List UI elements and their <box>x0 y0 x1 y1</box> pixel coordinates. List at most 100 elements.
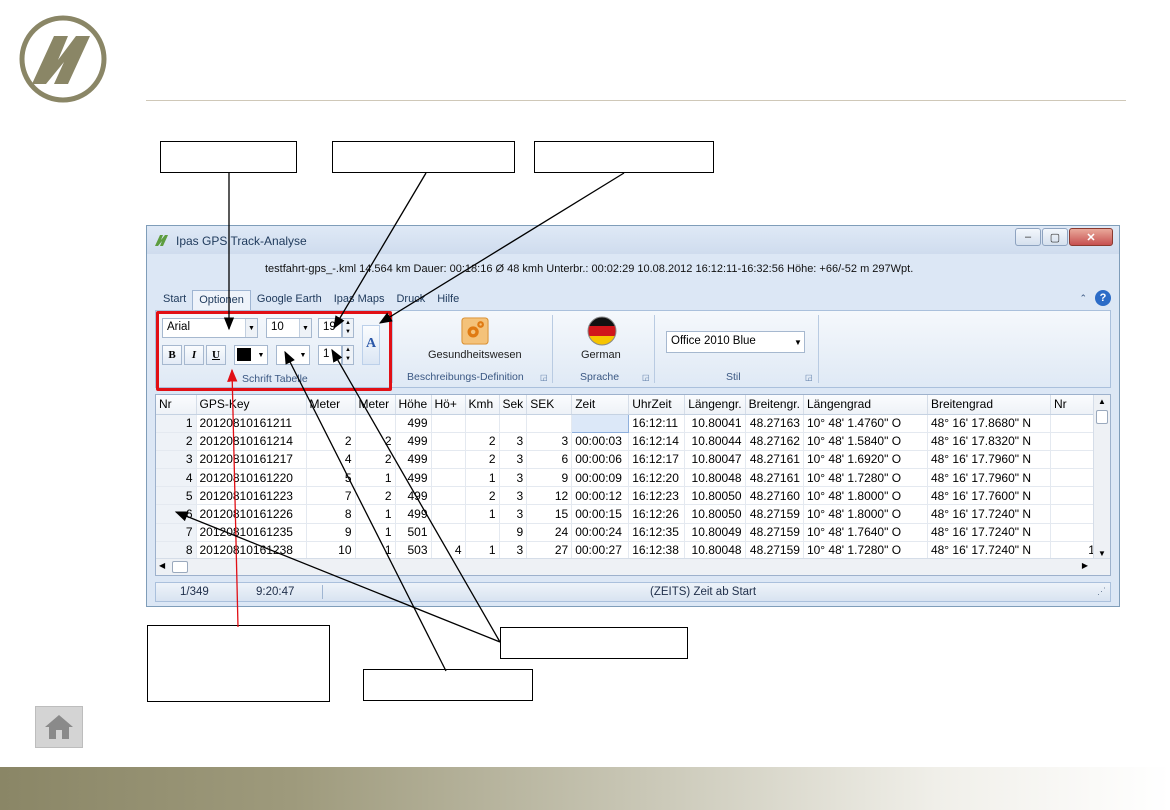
german-flag-icon[interactable] <box>587 316 617 346</box>
table-cell[interactable]: 16:12:35 <box>628 523 686 542</box>
table-cell[interactable]: 12 <box>526 486 573 506</box>
table-cell[interactable]: 00:00:15 <box>571 504 630 524</box>
table-cell[interactable]: 10° 48' 1.4760" O <box>803 414 928 433</box>
table-cell[interactable]: 20120810161238 <box>196 541 307 561</box>
dialog-launcher-icon[interactable]: ◲ <box>540 373 548 382</box>
tab-google-earth[interactable]: Google Earth <box>251 290 328 310</box>
table-cell[interactable] <box>431 486 466 506</box>
table-cell[interactable] <box>355 414 396 433</box>
table-cell[interactable]: 499 <box>395 432 432 451</box>
dialog-launcher-icon[interactable]: ◲ <box>642 373 650 382</box>
scroll-up-icon[interactable]: ▲ <box>1094 395 1110 409</box>
table-cell[interactable] <box>1050 523 1099 542</box>
row-number-cell[interactable]: 8 <box>156 541 197 561</box>
col-header[interactable]: Sek <box>499 395 528 415</box>
table-cell[interactable] <box>431 432 466 451</box>
table-cell[interactable]: 27 <box>526 541 573 561</box>
table-cell[interactable]: 48.27163 <box>745 414 804 433</box>
table-cell[interactable]: 10 <box>306 541 356 561</box>
table-cell[interactable]: 501 <box>395 523 432 542</box>
table-cell[interactable]: 5 <box>306 468 356 488</box>
table-cell[interactable]: 499 <box>395 504 432 524</box>
table-cell[interactable]: 20120810161217 <box>196 450 307 470</box>
table-cell[interactable] <box>499 414 528 433</box>
table-cell[interactable]: 48° 16' 17.7960" N <box>927 450 1051 470</box>
table-cell[interactable]: 3 <box>499 504 528 524</box>
table-cell[interactable]: 10.80047 <box>684 450 746 470</box>
table-cell[interactable]: 20120810161223 <box>196 486 307 506</box>
col-header[interactable]: Breitengrad <box>927 395 1051 415</box>
col-header[interactable]: UhrZeit <box>628 395 686 415</box>
col-header[interactable]: Meter <box>306 395 356 415</box>
row-number-cell[interactable]: 2 <box>156 432 197 451</box>
table-cell[interactable]: 16:12:26 <box>628 504 686 524</box>
table-cell[interactable] <box>431 468 466 488</box>
table-row[interactable]: 6 20120810161226 8 1 499 1 3 15 00:00:15 16:12:26… <box>156 504 1099 524</box>
table-cell[interactable]: 48° 16' 17.7960" N <box>927 468 1051 488</box>
table-row[interactable]: 5 20120810161223 7 2 499 2 3 12 00:00:12 16:12:23… <box>156 486 1099 506</box>
col-header[interactable]: SEK <box>526 395 573 415</box>
table-cell[interactable]: 20120810161226 <box>196 504 307 524</box>
table-cell[interactable]: 00:00:06 <box>571 450 630 470</box>
scroll-left-icon[interactable]: ◀ <box>159 561 165 570</box>
table-cell[interactable] <box>1050 414 1099 433</box>
minimize-button[interactable]: ‒ <box>1015 228 1041 246</box>
dialog-launcher-icon[interactable]: ◲ <box>805 373 813 382</box>
table-cell[interactable]: 9 <box>526 468 573 488</box>
table-cell[interactable]: 1 <box>465 468 500 488</box>
tab-hilfe[interactable]: Hilfe <box>431 290 465 310</box>
table-cell[interactable] <box>431 504 466 524</box>
table-cell[interactable]: 48.27159 <box>745 541 804 561</box>
row-number-cell[interactable]: 4 <box>156 468 197 488</box>
table-cell[interactable] <box>431 450 466 470</box>
scroll-thumb[interactable] <box>1096 410 1108 424</box>
table-cell[interactable]: 503 <box>395 541 432 561</box>
table-cell[interactable] <box>1050 432 1099 451</box>
row-number-cell[interactable]: 6 <box>156 504 197 524</box>
table-cell[interactable]: 48° 16' 17.7240" N <box>927 523 1051 542</box>
maximize-button[interactable]: ▢ <box>1042 228 1068 246</box>
table-cell[interactable]: 2 <box>465 486 500 506</box>
table-cell[interactable] <box>1050 450 1099 470</box>
table-cell[interactable]: 1 <box>355 504 396 524</box>
table-cell[interactable]: 00:00:12 <box>571 486 630 506</box>
table-cell[interactable]: 10° 48' 1.5840" O <box>803 432 928 451</box>
col-header[interactable]: Meter <box>355 395 396 415</box>
tab-start[interactable]: Start <box>157 290 192 310</box>
table-cell[interactable]: 3 <box>499 541 528 561</box>
col-header[interactable]: Hö+ <box>431 395 466 415</box>
home-button[interactable] <box>35 706 83 748</box>
table-cell[interactable]: 16:12:38 <box>628 541 686 561</box>
row-number-cell[interactable]: 1 <box>156 414 197 433</box>
table-row[interactable]: 7 20120810161235 9 1 501 9 24 00:00:24 16:12:35 1… <box>156 523 1099 542</box>
row-number-cell[interactable]: 7 <box>156 523 197 542</box>
col-header[interactable]: Nr <box>156 395 197 415</box>
table-cell[interactable]: 20120810161235 <box>196 523 307 542</box>
table-cell[interactable]: 10.80041 <box>684 414 746 433</box>
table-cell[interactable]: 20120810161211 <box>196 414 307 433</box>
table-cell[interactable] <box>431 414 466 433</box>
table-cell[interactable]: 1 <box>465 504 500 524</box>
table-cell[interactable]: 00:00:24 <box>571 523 630 542</box>
table-cell[interactable]: 6 <box>526 450 573 470</box>
table-cell[interactable]: 3 <box>499 432 528 451</box>
table-cell[interactable]: 10.80050 <box>684 504 746 524</box>
table-cell[interactable]: 48.27160 <box>745 486 804 506</box>
table-cell[interactable]: 2 <box>465 450 500 470</box>
table-cell[interactable] <box>1050 486 1099 506</box>
col-header[interactable]: Nr <box>1050 395 1099 415</box>
horizontal-scrollbar[interactable]: ◀ ▶ <box>156 558 1110 575</box>
table-cell[interactable]: 7 <box>306 486 356 506</box>
table-cell[interactable]: 3 <box>499 486 528 506</box>
table-cell[interactable]: 16:12:17 <box>628 450 686 470</box>
table-row[interactable]: 3 20120810161217 4 2 499 2 3 6 00:00:06 16:12:17 1… <box>156 450 1099 470</box>
table-cell[interactable]: 10.80050 <box>684 486 746 506</box>
help-icon[interactable]: ? <box>1095 290 1111 306</box>
table-cell[interactable]: 10° 48' 1.8000" O <box>803 504 928 524</box>
table-cell[interactable] <box>571 413 630 433</box>
vertical-scrollbar[interactable]: ▲ ▼ <box>1093 395 1110 559</box>
table-cell[interactable]: 10° 48' 1.7640" O <box>803 523 928 542</box>
table-row[interactable]: 1 20120810161211 499 16:12:11 10.80041 48.271… <box>156 413 1099 433</box>
table-cell[interactable]: 499 <box>395 486 432 506</box>
table-cell[interactable]: 48° 16' 17.7240" N <box>927 504 1051 524</box>
